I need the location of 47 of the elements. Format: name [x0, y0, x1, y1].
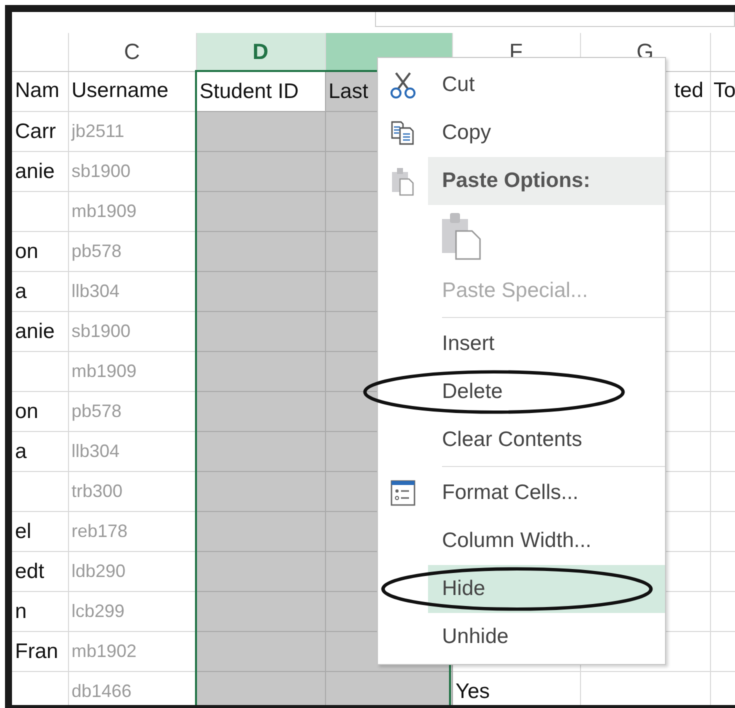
table-cell: Fran [12, 632, 68, 672]
table-cell: Username [68, 71, 196, 112]
clipboard-icon [391, 166, 415, 196]
menu-section-header: Paste Options: [428, 157, 665, 205]
menu-item[interactable]: Clear Contents [428, 416, 665, 464]
scissors-icon [390, 71, 416, 99]
table-cell: mb1902 [68, 632, 196, 672]
table-cell: trb300 [68, 472, 196, 512]
table-cell: a [12, 272, 68, 312]
table-cell: pb578 [68, 392, 196, 432]
table-cell: llb304 [68, 272, 196, 312]
table-cell: anie [12, 152, 68, 192]
table-cell: on [12, 392, 68, 432]
column-header[interactable]: D [196, 33, 325, 71]
table-cell: Yes [452, 672, 580, 705]
menu-item[interactable]: Format Cells... [428, 469, 665, 517]
table-cell: sb1900 [68, 152, 196, 192]
menu-item[interactable]: Column Width... [428, 517, 665, 565]
table-cell: To [710, 71, 735, 112]
format-cells-icon [390, 479, 416, 507]
table-cell: jb2511 [68, 112, 196, 152]
table-cell: Carr [12, 112, 68, 152]
table-cell: edt [12, 552, 68, 592]
table-cell: n [12, 592, 68, 632]
table-cell: el [12, 512, 68, 552]
table-cell: reb178 [68, 512, 196, 552]
table-cell: Nam [12, 71, 68, 112]
column-header[interactable] [12, 33, 68, 71]
menu-item[interactable]: Unhide [428, 613, 665, 661]
table-cell: anie [12, 312, 68, 352]
formula-bar[interactable] [375, 12, 735, 27]
table-cell: mb1909 [68, 352, 196, 392]
table-cell: pb578 [68, 232, 196, 272]
column-header[interactable]: C [68, 33, 196, 71]
menu-item[interactable]: Delete [428, 368, 665, 416]
table-cell: mb1909 [68, 192, 196, 232]
copy-icon [390, 120, 416, 146]
table-cell: a [12, 432, 68, 472]
table-cell: ldb290 [68, 552, 196, 592]
table-cell: sb1900 [68, 312, 196, 352]
table-cell: db1466 [68, 672, 196, 705]
table-cell: Student ID [196, 71, 325, 112]
table-cell: llb304 [68, 432, 196, 472]
table-cell: lcb299 [68, 592, 196, 632]
table-cell: on [12, 232, 68, 272]
menu-item[interactable]: Insert [428, 320, 665, 368]
menu-item[interactable]: Copy [428, 109, 665, 157]
